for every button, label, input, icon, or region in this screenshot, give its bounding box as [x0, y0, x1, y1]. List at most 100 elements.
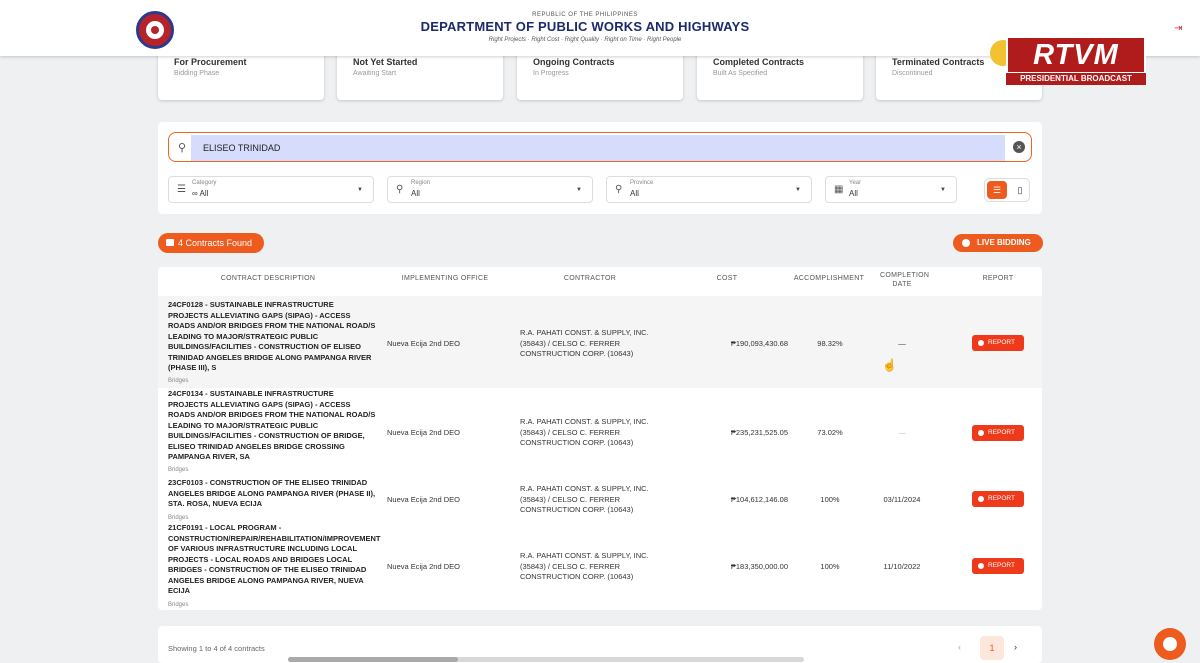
search-panel: ⚲ ELISEO TRINIDAD × ☰ Category ∞ All ▼ ⚲… [158, 122, 1042, 214]
completion-date: 03/11/2024 [883, 495, 921, 504]
contractor: R.A. PAHATI CONST. & SUPPLY, INC. (35843… [520, 417, 649, 447]
contract-cost: ₱235,231,525.05 [730, 428, 788, 437]
dpwh-logo [136, 11, 174, 49]
filter-label: Year [849, 180, 862, 186]
implementing-office: Nueva Ecija 2nd DEO [387, 339, 460, 348]
location-pin-icon: ⚲ [396, 184, 404, 195]
column-header: COST [716, 275, 738, 282]
contractor: R.A. PAHATI CONST. & SUPPLY, INC. (35843… [520, 328, 649, 358]
column-header: ACCOMPLISHMENT [793, 275, 865, 282]
completion-date: — [898, 339, 906, 348]
completion-date: — [898, 428, 906, 437]
contract-category: Bridges [168, 467, 189, 473]
contractor: R.A. PAHATI CONST. & SUPPLY, INC. (35843… [520, 551, 649, 581]
list-view-icon[interactable]: ☰ [987, 181, 1007, 199]
filter-label: Province [630, 180, 654, 186]
broadcast-watermark: RTVM PRESIDENTIAL BROADCAST [990, 36, 1146, 86]
contract-description: 23CF0103 - CONSTRUCTION OF THE ELISEO TR… [168, 478, 376, 508]
chevron-right-icon[interactable]: › [1014, 642, 1017, 652]
report-button[interactable]: REPORT [972, 491, 1024, 507]
live-bidding-button[interactable]: LIVE BIDDING [953, 234, 1043, 252]
table-row[interactable]: 24CF0128 - SUSTAINABLE INFRASTRUCTURE PR… [158, 296, 1042, 388]
card-for-procurement[interactable]: For Procurement Bidding Phase [158, 50, 324, 100]
filter-value-text: All [199, 189, 209, 198]
accomplishment: 73.02% [817, 428, 843, 437]
accomplishment: 100% [820, 495, 840, 504]
implementing-office: Nueva Ecija 2nd DEO [387, 428, 460, 437]
card-subtitle: In Progress [533, 70, 569, 77]
card-title: For Procurement [174, 57, 247, 67]
card-title: Completed Contracts [713, 57, 805, 67]
contract-description: 24CF0128 - SUSTAINABLE INFRASTRUCTURE PR… [168, 300, 376, 372]
accomplishment: 98.32% [817, 339, 843, 348]
report-button[interactable]: REPORT [972, 425, 1024, 441]
column-header: COMPLETION DATE [880, 272, 930, 288]
location-pin-icon: ⚲ [615, 184, 623, 195]
card-subtitle: Bidding Phase [174, 70, 220, 77]
report-button[interactable]: REPORT [972, 558, 1024, 574]
filter-label: Category [192, 180, 217, 186]
contract-cost: ₱190,093,430.68 [730, 339, 788, 348]
column-header: CONTRACT DESCRIPTION [220, 275, 316, 282]
chevron-left-icon[interactable]: ‹ [958, 642, 961, 652]
filter-value: ∞ All [192, 189, 209, 198]
rtvm-subtitle: PRESIDENTIAL BROADCAST [1006, 73, 1146, 85]
calendar-icon: ▦ [834, 184, 844, 195]
filter-value: All [630, 189, 639, 198]
category-filter[interactable]: ☰ Category ∞ All ▼ [168, 176, 374, 203]
header-tagline: Right Projects · Right Cost · Right Qual… [488, 37, 682, 43]
contract-category: Bridges [168, 515, 189, 521]
implementing-office: Nueva Ecija 2nd DEO [387, 562, 460, 571]
card-completed-contracts[interactable]: Completed Contracts Built As Specified [697, 50, 863, 100]
search-input[interactable]: ⚲ ELISEO TRINIDAD × [168, 132, 1032, 162]
contract-cost: ₱183,350,000.00 [730, 562, 788, 571]
filter-value: All [849, 189, 858, 198]
chevron-down-icon: ▼ [576, 187, 582, 193]
card-not-yet-started[interactable]: Not Yet Started Awaiting Start [337, 50, 503, 100]
card-ongoing-contracts[interactable]: Ongoing Contracts In Progress [517, 50, 683, 100]
page-number[interactable]: 1 [980, 636, 1004, 660]
column-header: REPORT [982, 275, 1014, 282]
pagination-summary: Showing 1 to 4 of 4 contracts [168, 644, 265, 653]
contractor: R.A. PAHATI CONST. & SUPPLY, INC. (35843… [520, 484, 649, 514]
horizontal-scrollbar[interactable] [288, 657, 804, 662]
card-title: Not Yet Started [353, 57, 418, 67]
hand-cursor-icon: ☝ [882, 358, 897, 372]
filter-label: Region [411, 180, 431, 186]
contracts-found-badge: 4 Contracts Found [158, 233, 264, 253]
header-small-title: REPUBLIC OF THE PHILIPPINES [532, 12, 638, 18]
card-title: Ongoing Contracts [533, 57, 615, 67]
contract-cost: ₱104,612,146.08 [730, 495, 788, 504]
completion-date: 11/10/2022 [883, 562, 921, 571]
contract-category: Bridges [168, 378, 189, 384]
chevron-down-icon: ▼ [940, 187, 946, 193]
header-branding: REPUBLIC OF THE PHILIPPINES DEPARTMENT O… [420, 12, 750, 43]
column-header: CONTRACTOR [563, 275, 617, 282]
card-subtitle: Awaiting Start [353, 70, 397, 77]
logout-icon[interactable]: ⇥ [1174, 23, 1182, 34]
search-icon: ⚲ [178, 142, 187, 154]
contract-description: 24CF0134 - SUSTAINABLE INFRASTRUCTURE PR… [168, 389, 376, 461]
implementing-office: Nueva Ecija 2nd DEO [387, 495, 460, 504]
rtvm-logo: RTVM [1006, 36, 1146, 74]
chevron-down-icon: ▼ [357, 187, 363, 193]
table-row[interactable]: 21CF0191 - LOCAL PROGRAM - CONSTRUCTION/… [158, 523, 1042, 610]
report-button[interactable]: REPORT [972, 335, 1024, 351]
contracts-table: CONTRACT DESCRIPTION IMPLEMENTING OFFICE… [158, 267, 1042, 610]
table-row[interactable]: 24CF0134 - SUSTAINABLE INFRASTRUCTURE PR… [158, 388, 1042, 478]
chat-assistant-icon[interactable] [1154, 628, 1186, 660]
column-header: IMPLEMENTING OFFICE [401, 275, 489, 282]
filter-value: All [411, 189, 420, 198]
search-value[interactable]: ELISEO TRINIDAD [191, 135, 1005, 161]
filter-icon: ☰ [177, 184, 186, 195]
map-view-icon[interactable]: ▯ [1011, 181, 1029, 199]
accomplishment: 100% [820, 562, 840, 571]
province-filter[interactable]: ⚲ Province All ▼ [606, 176, 812, 203]
region-filter[interactable]: ⚲ Region All ▼ [387, 176, 593, 203]
contract-category: Bridges [168, 602, 189, 608]
year-filter[interactable]: ▦ Year All ▼ [825, 176, 957, 203]
contract-description: 21CF0191 - LOCAL PROGRAM - CONSTRUCTION/… [168, 523, 381, 595]
view-toggle: ☰ ▯ [984, 178, 1030, 202]
clear-icon[interactable]: × [1013, 141, 1025, 153]
table-row[interactable]: 23CF0103 - CONSTRUCTION OF THE ELISEO TR… [158, 478, 1042, 523]
